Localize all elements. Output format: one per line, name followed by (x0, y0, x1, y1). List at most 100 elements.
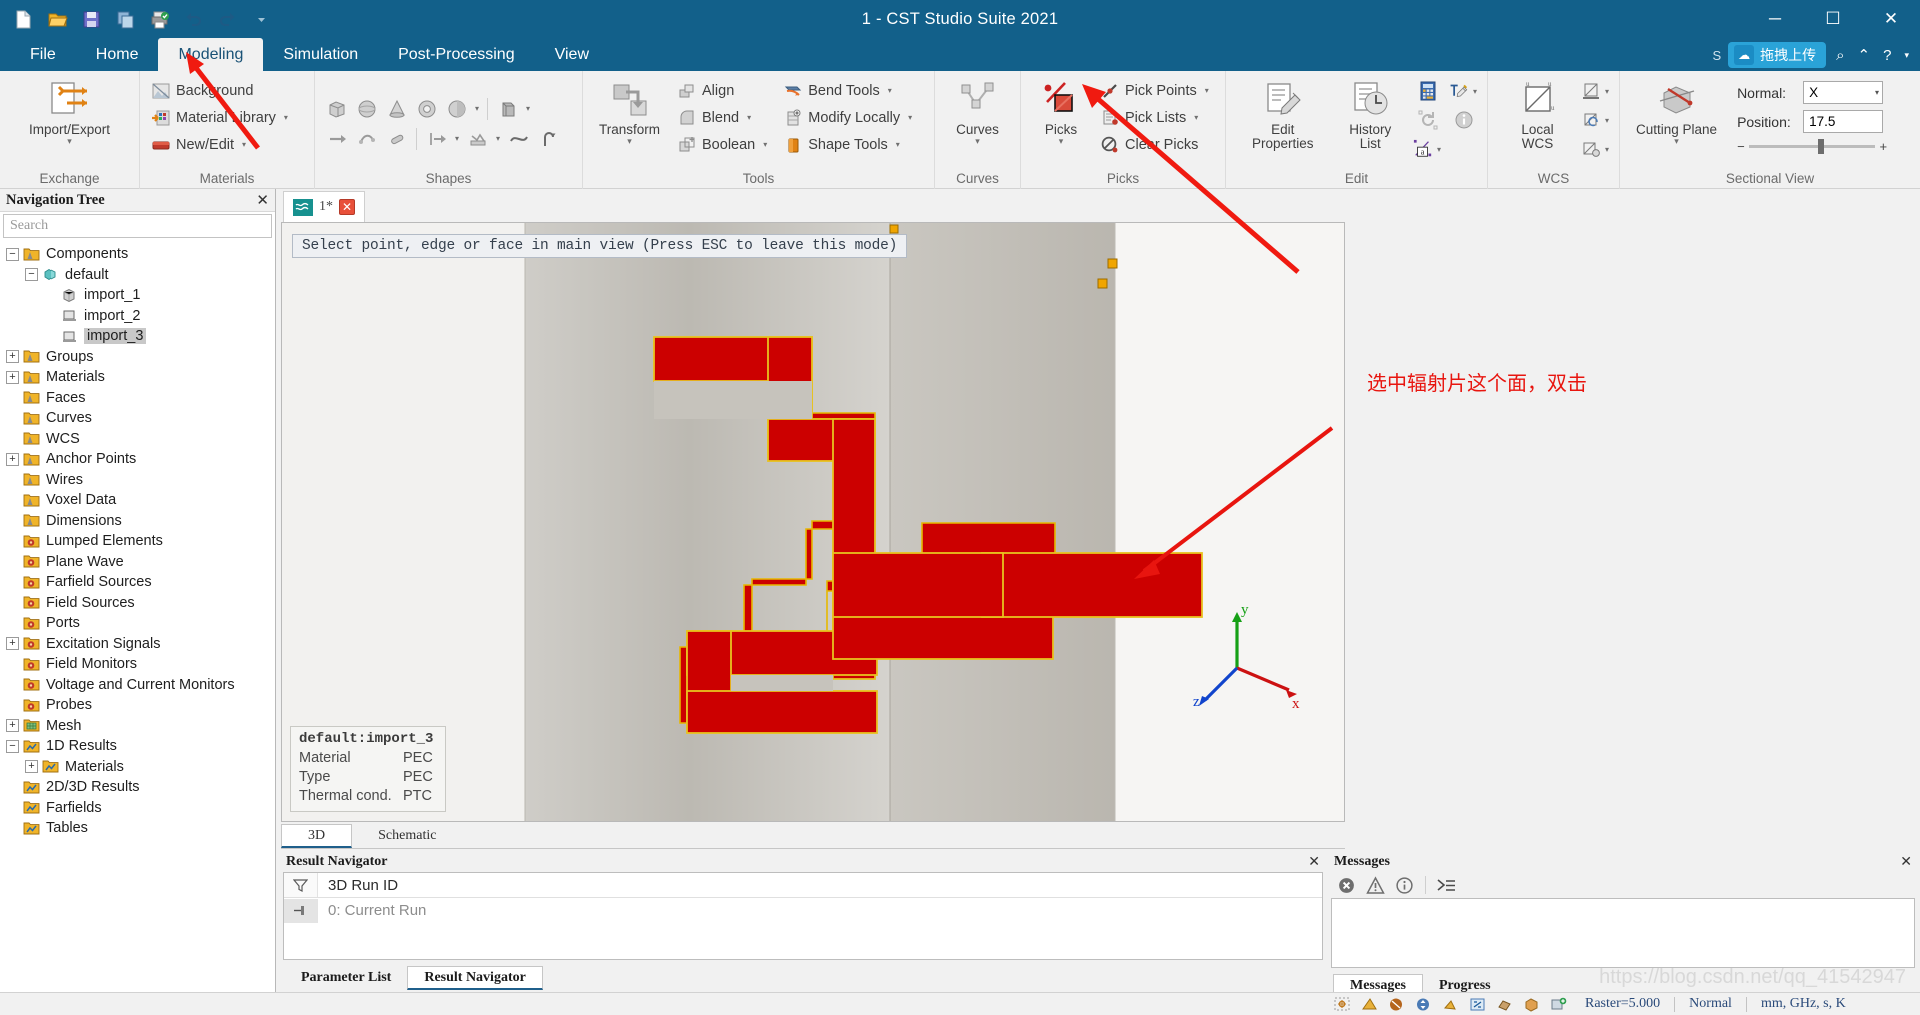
align-button[interactable]: Align (674, 77, 770, 104)
tab-view[interactable]: View (535, 38, 609, 71)
new-document-icon[interactable] (11, 7, 36, 32)
curves-button[interactable]: Curves ▾ (946, 77, 1010, 148)
tree-item-plane-wave[interactable]: Plane Wave (6, 552, 275, 573)
history-list-button[interactable]: Edit Properties History List (1332, 77, 1409, 153)
brick-icon[interactable] (323, 95, 350, 122)
position-slider[interactable]: − + (1737, 139, 1887, 154)
solid-view-icon[interactable] (1521, 995, 1542, 1014)
clear-picks-button[interactable]: Clear Picks (1097, 131, 1212, 158)
upload-button[interactable]: ☁ 拖拽上传 (1728, 42, 1827, 68)
tree-item-2d-3d-results[interactable]: 2D/3D Results (6, 777, 275, 798)
picks-button[interactable]: Picks ▾ (1029, 77, 1093, 148)
material-library-caret-icon[interactable]: ▾ (284, 113, 288, 122)
tab-modeling[interactable]: Modeling (158, 38, 264, 71)
tree-item-tables[interactable]: Tables (6, 818, 275, 839)
tree-item-probes[interactable]: Probes (6, 695, 275, 716)
add-object-icon[interactable] (1548, 995, 1569, 1014)
tab-post-processing[interactable]: Post-Processing (378, 38, 535, 71)
tree-expander-icon[interactable]: − (6, 739, 19, 753)
messages-close-icon[interactable]: ✕ (1900, 853, 1912, 870)
view-tab-3d[interactable]: 3D (281, 824, 353, 848)
close-button[interactable]: ✕ (1862, 0, 1920, 38)
copy-icon[interactable] (113, 7, 138, 32)
document-tab-close-icon[interactable]: ✕ (339, 199, 355, 215)
result-navigator-row[interactable]: 0: Current Run (284, 898, 1322, 923)
blend-button[interactable]: Blend ▾ (674, 104, 770, 131)
align-wcs-caret-icon[interactable]: ▾ (1603, 87, 1611, 96)
warning-filter-icon[interactable] (1362, 874, 1389, 897)
help-caret-icon[interactable]: ▾ (1901, 50, 1912, 61)
tab-home[interactable]: Home (76, 38, 159, 71)
tree-item-wcs[interactable]: WCS (6, 429, 275, 450)
maximize-button[interactable]: ☐ (1804, 0, 1862, 38)
import-export-button[interactable]: Import/Export ▾ (21, 77, 118, 148)
tab-file[interactable]: File (10, 38, 76, 71)
transform-wcs-caret-icon[interactable]: ▾ (1603, 116, 1611, 125)
tree-item-field-sources[interactable]: Field Sources (6, 593, 275, 614)
parametric-update-caret-icon[interactable]: ▾ (1435, 145, 1443, 154)
transform-wcs-icon[interactable]: ▾ (1581, 106, 1611, 134)
import-export-caret-icon[interactable]: ▾ (67, 137, 72, 146)
tree-expander-icon[interactable]: + (6, 719, 19, 733)
normal-combo-caret-icon[interactable]: ▾ (1875, 88, 1879, 97)
tree-item-groups[interactable]: + Groups (6, 347, 275, 368)
tree-item-excitation-signals[interactable]: + Excitation Signals (6, 634, 275, 655)
tree-expander-icon[interactable]: + (6, 452, 19, 466)
tree-item-curves[interactable]: Curves (6, 408, 275, 429)
snap-icon[interactable] (1332, 995, 1353, 1014)
pick-lists-caret-icon[interactable]: ▾ (1194, 113, 1198, 122)
picks-caret-icon[interactable]: ▾ (1059, 137, 1064, 146)
extrude-icon[interactable] (494, 95, 521, 122)
tree-item-ports[interactable]: Ports (6, 613, 275, 634)
tree-item-anchor-points[interactable]: + Anchor Points (6, 449, 275, 470)
customize-caret-icon[interactable] (249, 7, 274, 32)
align-wcs-icon[interactable]: ▾ (1581, 77, 1611, 105)
rotate-view-icon[interactable] (1386, 995, 1407, 1014)
slider-track[interactable] (1748, 139, 1876, 154)
text-edit-caret-icon[interactable]: ▾ (1471, 87, 1479, 96)
tree-item-mesh[interactable]: + Mesh (6, 716, 275, 737)
modify-locally-caret-icon[interactable]: ▾ (908, 113, 912, 122)
tree-item-default[interactable]: − default (6, 265, 275, 286)
extrude-caret-icon[interactable]: ▾ (524, 104, 532, 113)
tree-expander-icon[interactable]: − (6, 247, 19, 261)
cone-icon[interactable] (383, 95, 410, 122)
tree-item-components[interactable]: − Components (6, 244, 275, 265)
pick-mode-icon[interactable] (1359, 995, 1380, 1014)
info-filter-icon[interactable] (1391, 874, 1418, 897)
undo-icon[interactable] (181, 7, 206, 32)
info-icon[interactable] (1449, 106, 1479, 134)
save-icon[interactable] (79, 7, 104, 32)
collapse-ribbon-icon[interactable]: ⌃ (1855, 46, 1874, 64)
blend-caret-icon[interactable]: ▾ (747, 113, 751, 122)
wcs-props-caret-icon[interactable]: ▾ (1603, 145, 1611, 154)
text-edit-icon[interactable]: ▾ (1449, 77, 1479, 105)
trace-caret-icon[interactable]: ▾ (453, 134, 461, 143)
trace-icon[interactable] (423, 125, 450, 152)
tree-item-1d-results[interactable]: − 1D Results (6, 736, 275, 757)
position-input[interactable]: 17.5 (1803, 110, 1884, 133)
edit-properties-button[interactable]: Edit Properties (1234, 77, 1332, 153)
zoom-icon[interactable] (1440, 995, 1461, 1014)
tree-expander-icon[interactable]: + (6, 350, 19, 364)
boolean-caret-icon[interactable]: ▾ (763, 140, 767, 149)
calculator-icon[interactable] (1413, 77, 1443, 105)
spline-icon[interactable] (535, 125, 562, 152)
tree-item-materials[interactable]: + Materials (6, 757, 275, 778)
search-icon[interactable]: ⌕ (1833, 47, 1847, 64)
filter-icon[interactable] (284, 873, 318, 897)
tree-expander-icon[interactable]: − (25, 268, 38, 282)
error-filter-icon[interactable] (1333, 874, 1360, 897)
shape-tools-button[interactable]: Shape Tools ▾ (780, 131, 915, 158)
transform-caret-icon[interactable]: ▾ (627, 137, 632, 146)
tree-item-farfields[interactable]: Farfields (6, 798, 275, 819)
pick-points-caret-icon[interactable]: ▾ (1205, 86, 1209, 95)
navigation-tree-search-input[interactable]: Search (3, 214, 272, 238)
more-shapes-caret-icon[interactable]: ▾ (473, 104, 481, 113)
pick-points-button[interactable]: Pick Points ▾ (1097, 77, 1212, 104)
cylinder-icon[interactable] (413, 95, 440, 122)
bondwire-caret-icon[interactable]: ▾ (494, 134, 502, 143)
new-edit-caret-icon[interactable]: ▾ (242, 140, 246, 149)
refresh-icon[interactable] (1413, 106, 1443, 134)
open-folder-icon[interactable] (45, 7, 70, 32)
